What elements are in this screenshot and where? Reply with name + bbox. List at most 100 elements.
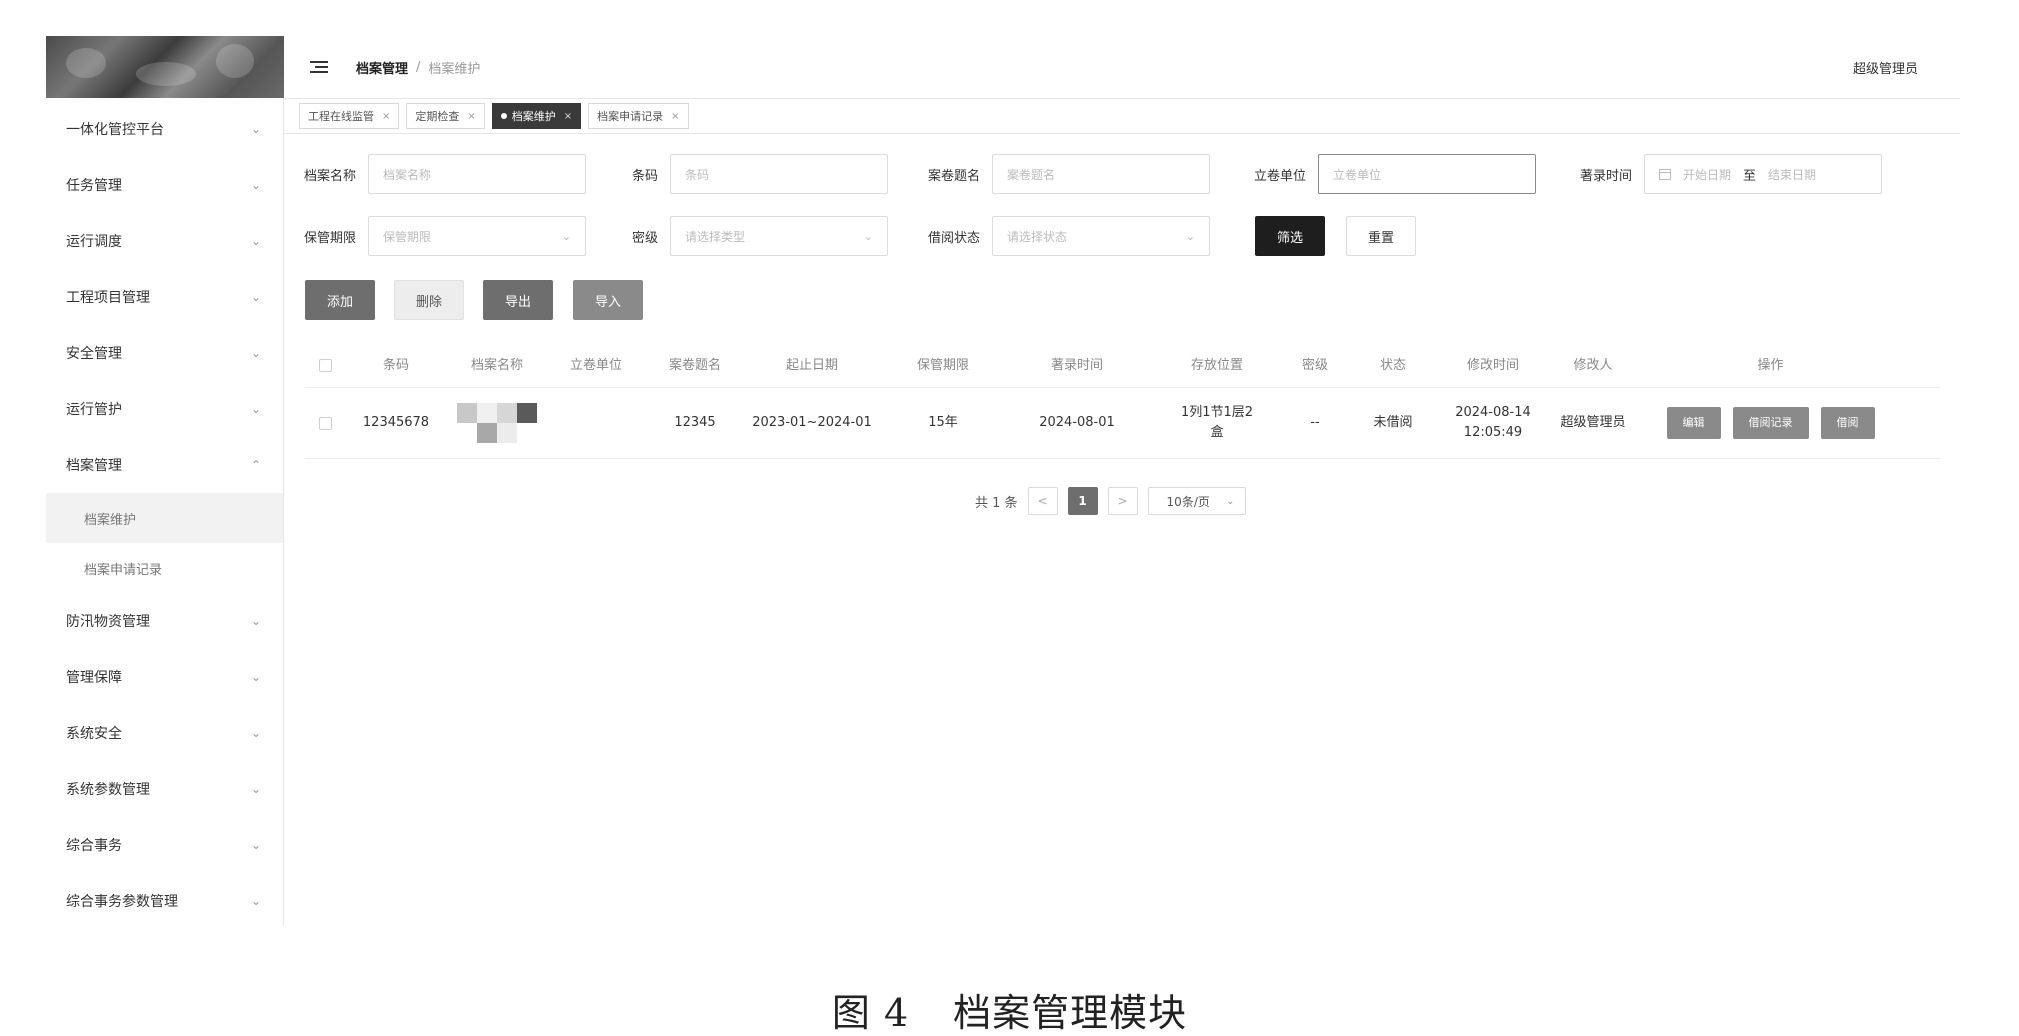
end-date-placeholder[interactable]: 结束日期 xyxy=(1768,166,1816,183)
secret-level-field: 密级 请选择类型 ⌄ xyxy=(628,216,888,256)
sidebar-subitem-label: 档案申请记录 xyxy=(84,562,163,578)
date-range-cell: 2023-01~2024-01 xyxy=(752,415,872,430)
sidebar-item-integrated-platform[interactable]: 一体化管控平台 ⌄ xyxy=(46,101,283,157)
sidebar-item-general-affairs[interactable]: 综合事务 ⌄ xyxy=(46,817,283,873)
sidebar-item-label: 工程项目管理 xyxy=(66,290,150,306)
close-icon[interactable]: × xyxy=(564,111,572,122)
tab-archive-maintenance[interactable]: 档案维护 × xyxy=(491,103,582,129)
chevron-down-icon: ⌄ xyxy=(250,782,262,796)
row-select-cell xyxy=(305,416,345,430)
tab-bar: 工程在线监管 × 定期检查 × 档案维护 × 档案申请记录 × xyxy=(284,98,1960,134)
tab-label: 定期检查 xyxy=(415,110,460,123)
retention-cell: 15年 xyxy=(928,415,958,430)
volume-title-input[interactable]: 案卷题名 xyxy=(992,154,1211,194)
secret-level-select[interactable]: 请选择类型 ⌄ xyxy=(670,216,888,256)
sidebar-item-general-affairs-parameters[interactable]: 综合事务参数管理 ⌄ xyxy=(46,873,283,929)
filter-button[interactable]: 筛选 xyxy=(1255,216,1325,256)
range-separator: 至 xyxy=(1743,168,1757,184)
sidebar-item-management-support[interactable]: 管理保障 ⌄ xyxy=(46,649,283,705)
delete-button[interactable]: 删除 xyxy=(394,280,464,320)
page-size-select[interactable]: 10条/页 ⌄ xyxy=(1147,487,1246,515)
sidebar-item-project-management[interactable]: 工程项目管理 ⌄ xyxy=(46,269,283,325)
retention-field: 保管期限 保管期限 ⌄ xyxy=(304,216,587,256)
borrow-records-button[interactable]: 借阅记录 xyxy=(1732,407,1809,439)
modifier-cell: 超级管理员 xyxy=(1560,415,1626,430)
column-header: 保管期限 xyxy=(916,357,969,373)
modified-date: 2024-08-14 xyxy=(1455,405,1531,420)
location-line: 盒 xyxy=(1210,425,1224,440)
borrow-button[interactable]: 借阅 xyxy=(1820,407,1875,439)
import-button[interactable]: 导入 xyxy=(573,280,643,320)
sidebar-item-operation-dispatch[interactable]: 运行调度 ⌄ xyxy=(46,213,283,269)
sidebar-item-label: 综合事务参数管理 xyxy=(66,894,178,910)
sidebar-item-task-management[interactable]: 任务管理 ⌄ xyxy=(46,157,283,213)
chevron-down-icon: ⌄ xyxy=(561,229,572,243)
sidebar-item-label: 一体化管控平台 xyxy=(66,122,164,138)
placeholder: 保管期限 xyxy=(383,229,432,244)
chevron-down-icon: ⌄ xyxy=(1185,229,1196,243)
tab-periodic-inspection[interactable]: 定期检查 × xyxy=(406,103,485,129)
sidebar-item-label: 管理保障 xyxy=(66,670,122,686)
figure-title: 档案管理模块 xyxy=(953,991,1188,1035)
menu-toggle-icon[interactable] xyxy=(310,61,328,73)
placeholder: 请选择类型 xyxy=(685,229,746,244)
sidebar-item-system-security[interactable]: 系统安全 ⌄ xyxy=(46,705,283,761)
close-icon[interactable]: × xyxy=(382,111,390,122)
chevron-down-icon: ⌄ xyxy=(250,346,262,360)
sidebar-subitem-archive-maintenance[interactable]: 档案维护 xyxy=(46,493,283,543)
total-count: 共 1 条 xyxy=(975,495,1018,511)
next-page-button[interactable]: > xyxy=(1107,487,1138,515)
filing-unit-field: 立卷单位 立卷单位 xyxy=(1254,154,1537,194)
row-checkbox[interactable] xyxy=(318,416,332,430)
chevron-down-icon: ⌄ xyxy=(250,402,262,416)
prev-page-button[interactable]: < xyxy=(1027,487,1058,515)
reset-button[interactable]: 重置 xyxy=(1346,216,1416,256)
close-icon[interactable]: × xyxy=(671,111,679,122)
breadcrumb-separator: / xyxy=(416,59,421,75)
sidebar-item-operation-maintenance[interactable]: 运行管护 ⌄ xyxy=(46,381,283,437)
column-header: 操作 xyxy=(1757,357,1784,373)
sidebar-item-safety-management[interactable]: 安全管理 ⌄ xyxy=(46,325,283,381)
sidebar-item-label: 档案管理 xyxy=(66,458,122,474)
page-size-label: 10条/页 xyxy=(1166,494,1210,509)
placeholder: 立卷单位 xyxy=(1333,167,1382,182)
tab-archive-application-records[interactable]: 档案申请记录 × xyxy=(588,103,689,129)
user-name[interactable]: 超级管理员 xyxy=(1853,58,1918,77)
sidebar-item-archive-management[interactable]: 档案管理 ⌃ xyxy=(46,437,283,493)
close-icon[interactable]: × xyxy=(467,111,475,122)
entry-time-cell: 2024-08-01 xyxy=(1039,415,1115,430)
export-button[interactable]: 导出 xyxy=(483,280,553,320)
select-all-checkbox[interactable] xyxy=(318,359,332,372)
barcode-input[interactable]: 条码 xyxy=(670,154,888,194)
borrow-status-select[interactable]: 请选择状态 ⌄ xyxy=(992,216,1211,256)
edit-button[interactable]: 编辑 xyxy=(1666,407,1721,439)
tab-engineering-monitoring[interactable]: 工程在线监管 × xyxy=(299,103,400,129)
placeholder: 档案名称 xyxy=(383,167,432,182)
breadcrumb-item[interactable]: 档案管理 xyxy=(356,58,408,77)
sidebar-item-system-parameters[interactable]: 系统参数管理 ⌄ xyxy=(46,761,283,817)
entry-time-range-picker[interactable]: 开始日期 至 结束日期 xyxy=(1644,154,1883,194)
placeholder: 条码 xyxy=(685,167,710,182)
chevron-down-icon: ⌄ xyxy=(250,894,262,908)
sidebar-subitem-archive-application-records[interactable]: 档案申请记录 xyxy=(46,543,283,593)
top-header: 档案管理 / 档案维护 超级管理员 xyxy=(284,36,1960,98)
start-date-placeholder[interactable]: 开始日期 xyxy=(1683,166,1731,183)
placeholder: 案卷题名 xyxy=(1007,167,1056,182)
column-header: 修改人 xyxy=(1573,357,1613,373)
sidebar-item-label: 系统安全 xyxy=(66,726,122,742)
column-header: 密级 xyxy=(1301,357,1328,373)
page-number-button[interactable]: 1 xyxy=(1067,487,1098,515)
archive-name-input[interactable]: 档案名称 xyxy=(368,154,587,194)
add-button[interactable]: 添加 xyxy=(305,280,375,320)
archive-thumbnail[interactable] xyxy=(457,403,537,443)
volume-title-cell: 12345 xyxy=(674,415,716,430)
location-line: 1列1节1层2 xyxy=(1180,405,1254,420)
chevron-down-icon: ⌄ xyxy=(250,614,262,628)
table-header-row: 条码 档案名称 立卷单位 案卷题名 起止日期 保管期限 著录时间 存放位置 密级… xyxy=(305,344,1940,388)
filing-unit-input[interactable]: 立卷单位 xyxy=(1318,154,1537,194)
borrow-status-field: 借阅状态 请选择状态 ⌄ xyxy=(928,216,1211,256)
sidebar-item-flood-supplies[interactable]: 防汛物资管理 ⌄ xyxy=(46,593,283,649)
retention-select[interactable]: 保管期限 ⌄ xyxy=(368,216,587,256)
sidebar-item-label: 运行管护 xyxy=(66,402,122,418)
breadcrumb-current: 档案维护 xyxy=(428,61,481,77)
